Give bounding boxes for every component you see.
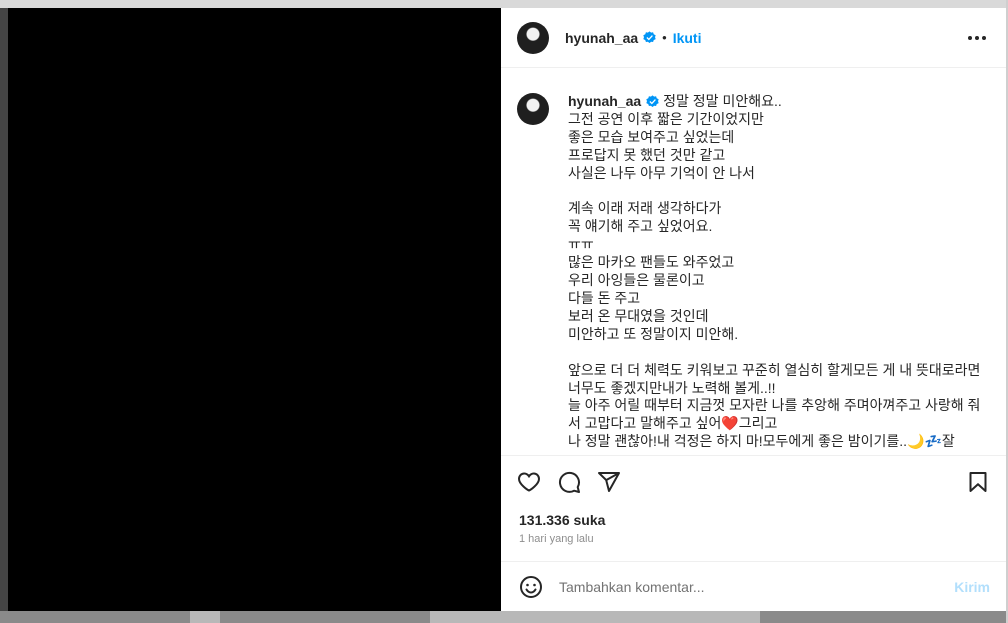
emoji-icon[interactable] bbox=[517, 573, 545, 601]
comment-input[interactable] bbox=[557, 577, 955, 596]
separator-dot: • bbox=[662, 30, 667, 45]
background-thumbnail bbox=[760, 611, 1008, 623]
author-username[interactable]: hyunah_aa bbox=[565, 30, 638, 46]
post-comment-button[interactable]: Kirim bbox=[954, 579, 990, 595]
avatar[interactable] bbox=[517, 93, 549, 125]
divider bbox=[501, 455, 1006, 456]
background-thumbnail bbox=[220, 611, 430, 623]
post-header: hyunah_aa • Ikuti bbox=[501, 8, 1006, 68]
comment-bar: Kirim bbox=[501, 561, 1006, 611]
verified-badge-icon bbox=[643, 31, 656, 44]
avatar[interactable] bbox=[517, 21, 549, 54]
caption-username[interactable]: hyunah_aa bbox=[568, 93, 641, 109]
comment-icon[interactable] bbox=[549, 466, 589, 498]
caption: hyunah_aa 정말 정말 미안해요.. 그전 공연 이후 짧은 기간이었지만… bbox=[501, 69, 1006, 451]
follow-button[interactable]: Ikuti bbox=[673, 30, 702, 46]
more-options-icon[interactable] bbox=[964, 30, 990, 46]
caption-body: hyunah_aa 정말 정말 미안해요.. 그전 공연 이후 짧은 기간이었지만… bbox=[568, 93, 988, 451]
comments-scroll-area[interactable]: hyunah_aa 정말 정말 미안해요.. 그전 공연 이후 짧은 기간이었지만… bbox=[501, 69, 1006, 455]
post-details-panel: hyunah_aa • Ikuti hyunah_aa 정말 정말 미안해요.. … bbox=[501, 8, 1006, 611]
post-media[interactable] bbox=[8, 8, 501, 611]
bookmark-icon[interactable] bbox=[958, 466, 998, 498]
share-icon[interactable] bbox=[589, 466, 629, 498]
likes-count[interactable]: 131.336 suka bbox=[519, 512, 605, 528]
caption-text: 정말 정말 미안해요.. 그전 공연 이후 짧은 기간이었지만 좋은 모습 보여… bbox=[568, 93, 981, 450]
action-bar bbox=[509, 466, 998, 498]
background-feed-top bbox=[0, 0, 1008, 8]
post-timestamp[interactable]: 1 hari yang lalu bbox=[519, 533, 594, 545]
background-thumbnail bbox=[0, 611, 190, 623]
post-modal: hyunah_aa • Ikuti hyunah_aa 정말 정말 미안해요.. … bbox=[8, 8, 1006, 611]
verified-badge-icon bbox=[646, 95, 659, 108]
heart-icon[interactable] bbox=[509, 466, 549, 498]
